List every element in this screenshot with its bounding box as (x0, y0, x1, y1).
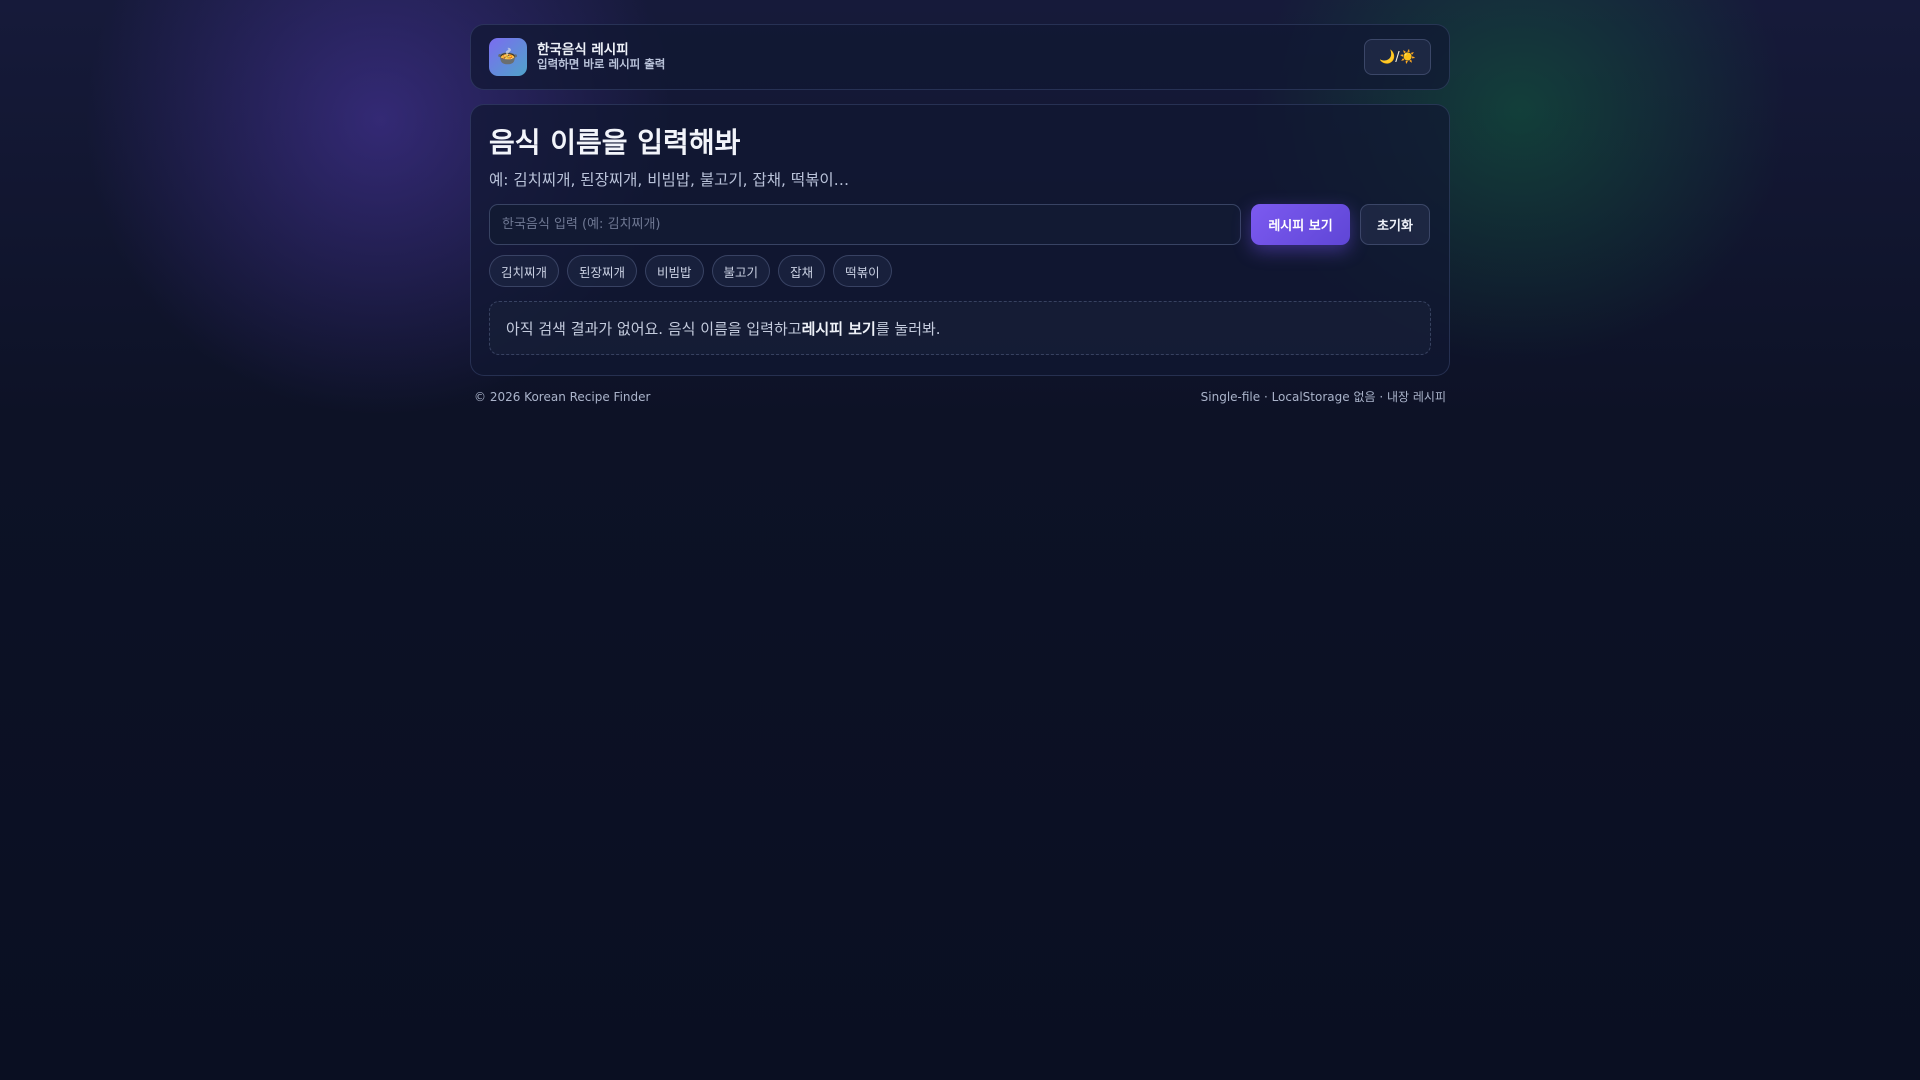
view-recipe-button[interactable]: 레시피 보기 (1251, 204, 1350, 245)
empty-message-emphasis: 레시피 보기 (801, 319, 876, 338)
brand-text: 한국음식 레시피 입력하면 바로 레시피 출력 (537, 41, 666, 72)
app-title: 한국음식 레시피 (537, 41, 629, 58)
brand: 🍲 한국음식 레시피 입력하면 바로 레시피 출력 (489, 38, 665, 76)
search-input[interactable] (489, 204, 1241, 245)
chip-japchae[interactable]: 잡채 (778, 255, 826, 287)
suggestion-chips: 김치찌개 된장찌개 비빔밥 불고기 잡채 떡볶이 (489, 255, 1431, 287)
footer-meta: Single-file · LocalStorage 없음 · 내장 레시피 (1200, 390, 1446, 404)
app-subtitle: 입력하면 바로 레시피 출력 (537, 57, 666, 72)
chip-bibimbap[interactable]: 비빔밥 (645, 255, 704, 287)
empty-message-before: 아직 검색 결과가 없어요. 음식 이름을 입력하고 (506, 319, 802, 338)
bowl-icon: 🍲 (489, 38, 527, 76)
footer-copyright: © 2026 Korean Recipe Finder (474, 389, 651, 404)
examples-text: 예: 김치찌개, 된장찌개, 비빔밥, 불고기, 잡채, 떡볶이… (489, 171, 850, 189)
search-card: 음식 이름을 입력해봐 예: 김치찌개, 된장찌개, 비빔밥, 불고기, 잡채,… (470, 104, 1450, 376)
footer: © 2026 Korean Recipe Finder Single-file … (470, 388, 1450, 405)
reset-button[interactable]: 초기화 (1360, 204, 1430, 245)
empty-result-message: 아직 검색 결과가 없어요. 음식 이름을 입력하고 레시피 보기 를 눌러봐. (489, 301, 1431, 355)
search-row: 레시피 보기 초기화 (489, 204, 1431, 245)
page-title: 음식 이름을 입력해봐 (489, 126, 741, 159)
chip-kimchi-jjigae[interactable]: 김치찌개 (489, 255, 560, 287)
app-header: 🍲 한국음식 레시피 입력하면 바로 레시피 출력 🌙/☀️ (470, 24, 1450, 90)
theme-toggle-button[interactable]: 🌙/☀️ (1364, 39, 1431, 75)
app-container: 🍲 한국음식 레시피 입력하면 바로 레시피 출력 🌙/☀️ 음식 이름을 입력… (470, 24, 1450, 405)
chip-bulgogi[interactable]: 불고기 (711, 255, 771, 287)
chip-doenjang-jjigae[interactable]: 된장찌개 (567, 255, 638, 287)
empty-message-after: 를 눌러봐. (875, 319, 941, 338)
chip-tteokbokki[interactable]: 떡볶이 (833, 255, 892, 287)
